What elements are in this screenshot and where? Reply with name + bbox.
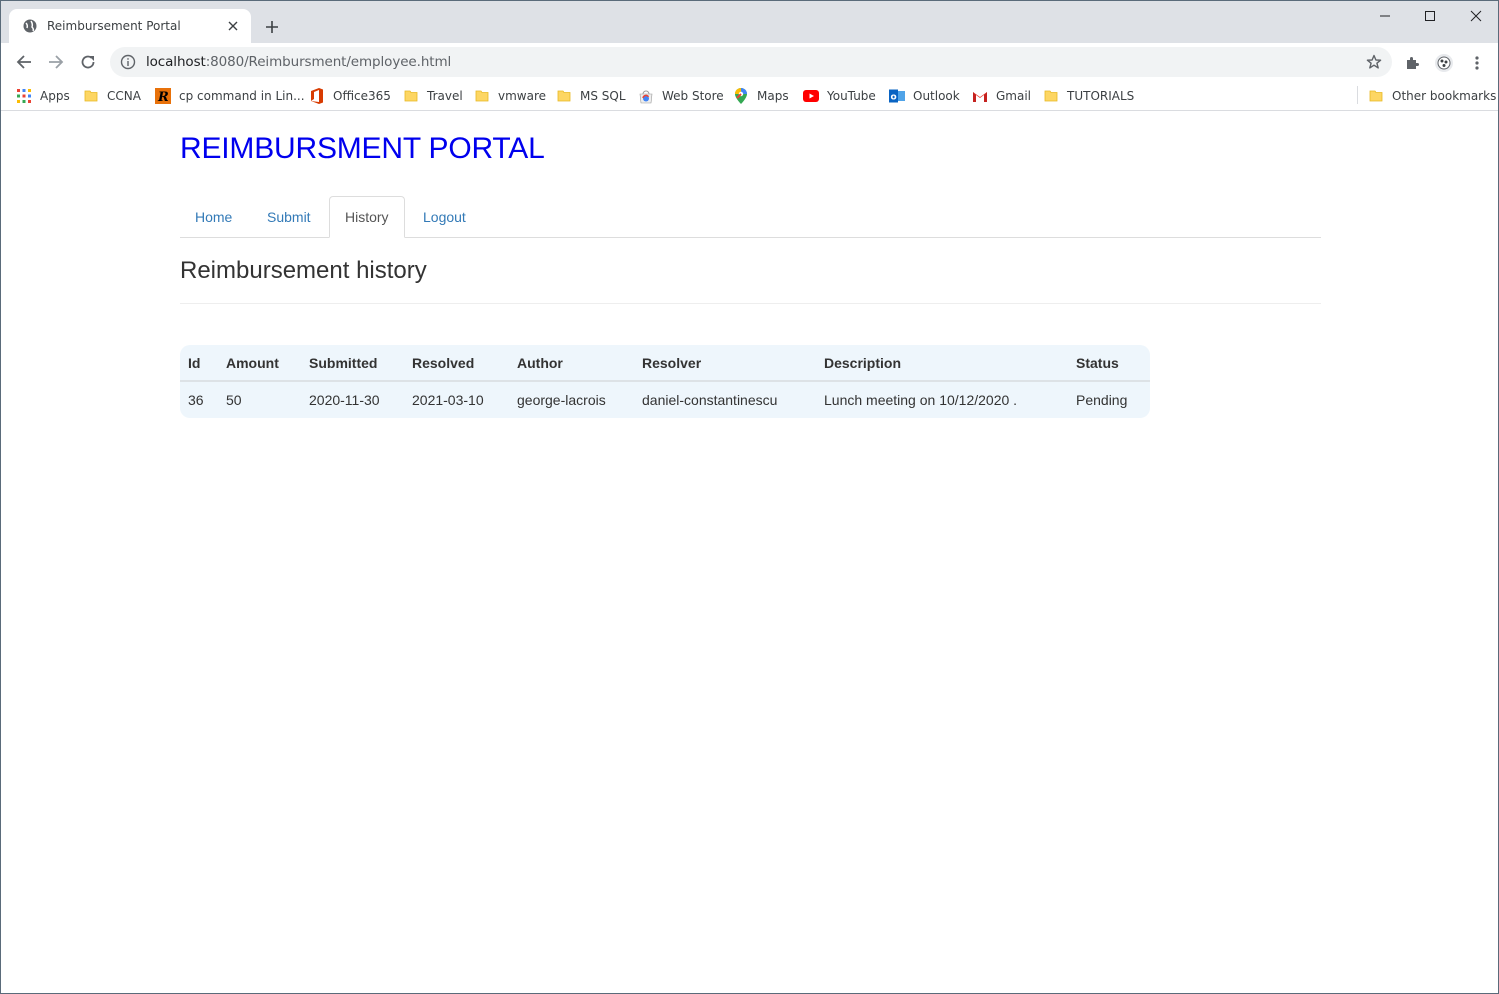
new-tab-icon[interactable] — [262, 17, 282, 37]
bookmark-web-store[interactable]: Web Store — [638, 86, 724, 106]
profile-avatar-icon[interactable] — [1434, 53, 1454, 73]
forward-arrow-icon[interactable] — [45, 51, 67, 73]
folder-icon — [474, 88, 490, 104]
column-header-id: Id — [180, 345, 218, 382]
history-table-container: Id Amount Submitted Resolved Author Reso… — [180, 345, 1150, 418]
column-header-author: Author — [509, 345, 634, 382]
browser-toolbar: localhost:8080/Reimbursment/employee.htm… — [1, 43, 1498, 81]
table-header-row: Id Amount Submitted Resolved Author Reso… — [180, 345, 1150, 382]
bookmark-label: Office365 — [333, 89, 391, 103]
minimize-icon[interactable] — [1362, 5, 1408, 27]
cell-status: Pending — [1076, 392, 1128, 408]
bookmark-label: YouTube — [827, 89, 876, 103]
tab-logout[interactable]: Logout — [408, 196, 481, 238]
bookmark-ms-sql[interactable]: MS SQL — [556, 86, 626, 106]
bookmark-tutorials[interactable]: TUTORIALS — [1043, 86, 1134, 106]
apps-grid-icon — [16, 88, 32, 104]
cell-submitted: 2020-11-30 — [309, 392, 380, 408]
bookmark-maps[interactable]: Maps — [733, 86, 789, 106]
bookmark-travel[interactable]: Travel — [403, 86, 463, 106]
bookmark-cp-command[interactable]: R cp command in Lin... — [155, 86, 305, 106]
browser-tab[interactable]: Reimbursement Portal — [9, 9, 251, 43]
r-logo-icon: R — [155, 88, 171, 104]
svg-text:o: o — [891, 93, 897, 103]
bookmark-label: MS SQL — [580, 89, 626, 103]
tab-strip: Reimbursement Portal — [1, 1, 1498, 43]
folder-icon — [403, 88, 419, 104]
outlook-icon: o — [889, 88, 905, 104]
table-row[interactable]: 36 50 2020-11-30 2021-03-10 george-lacro… — [180, 381, 1150, 418]
bookmark-label: Other bookmarks — [1392, 89, 1497, 103]
bookmark-apps[interactable]: Apps — [16, 86, 70, 106]
url-path: :8080/Reimbursment/employee.html — [205, 54, 452, 70]
cell-amount: 50 — [226, 392, 242, 408]
svg-text:R: R — [157, 90, 169, 104]
menu-kebab-icon[interactable] — [1467, 53, 1487, 73]
bookmark-office365[interactable]: Office365 — [309, 86, 391, 106]
column-header-submitted: Submitted — [301, 345, 404, 382]
bookmark-label: Gmail — [996, 89, 1032, 103]
close-tab-icon[interactable] — [225, 18, 241, 34]
cell-description: Lunch meeting on 10/12/2020 . — [824, 392, 1018, 408]
column-header-description: Description — [816, 345, 1068, 382]
browser-window: Reimbursement Portal localhost:8080/Reim… — [0, 0, 1499, 994]
bookmark-label: Outlook — [913, 89, 960, 103]
extensions-puzzle-icon[interactable] — [1402, 53, 1422, 73]
column-header-resolved: Resolved — [404, 345, 509, 382]
portal-title: REIMBURSMENT PORTAL — [180, 132, 545, 165]
bookmark-gmail[interactable]: Gmail — [972, 86, 1031, 106]
bookmark-vmware[interactable]: vmware — [474, 86, 546, 106]
bookmark-label: TUTORIALS — [1067, 89, 1135, 103]
close-window-icon[interactable] — [1453, 5, 1499, 27]
cell-id: 36 — [188, 392, 204, 408]
reload-icon[interactable] — [77, 51, 99, 73]
divider — [180, 303, 1321, 304]
bookmark-label: Apps — [40, 89, 70, 103]
page-heading: Reimbursement history — [180, 257, 427, 284]
bookmarks-bar: Apps CCNA R cp command in Lin... Office3… — [1, 81, 1498, 111]
globe-icon — [23, 19, 37, 33]
star-icon[interactable] — [1366, 54, 1382, 70]
column-header-status: Status — [1068, 345, 1150, 382]
bookmarks-divider — [1357, 86, 1358, 104]
folder-icon — [1043, 88, 1059, 104]
bookmark-label: Travel — [427, 89, 463, 103]
url-text: localhost:8080/Reimbursment/employee.htm… — [146, 54, 451, 70]
tab-submit[interactable]: Submit — [252, 196, 326, 238]
column-header-amount: Amount — [218, 345, 301, 382]
bookmark-label: Maps — [757, 89, 789, 103]
folder-icon — [556, 88, 572, 104]
tab-title: Reimbursement Portal — [47, 19, 181, 33]
column-header-resolver: Resolver — [634, 345, 816, 382]
page-content: REIMBURSMENT PORTAL Home Submit History … — [1, 112, 1498, 993]
web-store-icon — [638, 88, 654, 104]
info-icon[interactable] — [120, 54, 136, 70]
cell-author: george-lacrois — [517, 392, 606, 408]
history-table: Id Amount Submitted Resolved Author Reso… — [180, 345, 1150, 418]
bookmark-outlook[interactable]: o Outlook — [889, 86, 960, 106]
bookmark-ccna[interactable]: CCNA — [83, 86, 141, 106]
youtube-icon — [803, 88, 819, 104]
bookmark-other[interactable]: Other bookmarks — [1368, 86, 1496, 106]
maps-pin-icon — [733, 88, 749, 104]
bookmark-label: vmware — [498, 89, 547, 103]
tab-home[interactable]: Home — [180, 196, 247, 238]
bookmark-label: Web Store — [662, 89, 724, 103]
back-arrow-icon[interactable] — [13, 51, 35, 73]
nav-tabs: Home Submit History Logout — [180, 196, 1321, 238]
cell-resolver: daniel-constantinescu — [642, 392, 778, 408]
bookmark-youtube[interactable]: YouTube — [803, 86, 876, 106]
tab-history[interactable]: History — [329, 196, 405, 238]
folder-icon — [1368, 88, 1384, 104]
folder-icon — [83, 88, 99, 104]
office-logo-icon — [309, 88, 325, 104]
bookmark-label: CCNA — [107, 89, 141, 103]
gmail-icon — [972, 88, 988, 104]
bookmark-label: cp command in Lin... — [179, 89, 305, 103]
address-bar[interactable]: localhost:8080/Reimbursment/employee.htm… — [110, 47, 1392, 77]
url-host: localhost — [146, 54, 206, 70]
maximize-icon[interactable] — [1407, 5, 1453, 27]
cell-resolved: 2021-03-10 — [412, 392, 484, 408]
